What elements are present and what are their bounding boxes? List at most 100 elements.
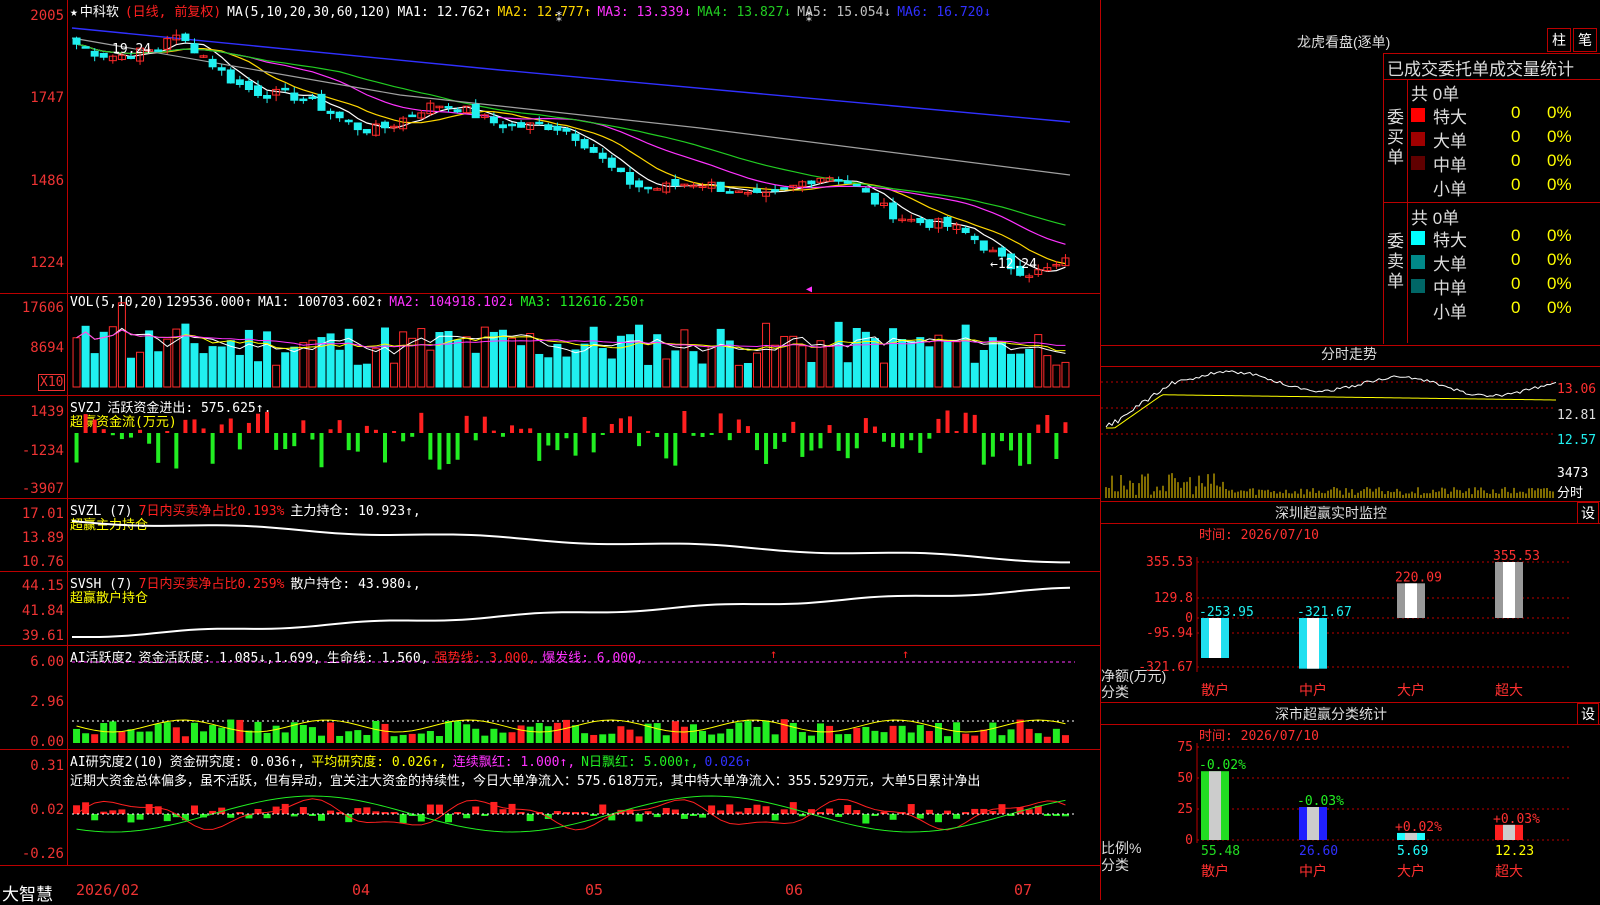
flow-bar: [764, 433, 769, 464]
activity-bar: [617, 726, 625, 743]
activity-bar: [399, 734, 407, 743]
activity-bar: [435, 736, 443, 743]
activity-bar: [889, 725, 897, 743]
research-chart[interactable]: [0, 750, 1100, 865]
flow-bar: [147, 433, 152, 444]
longhu-cell: 0: [1511, 151, 1521, 170]
volume-bar: [126, 357, 135, 388]
net-bar-highlight: [1307, 618, 1319, 669]
research-bar: [889, 814, 897, 820]
volume-bar: [852, 327, 861, 388]
candlestick-chart[interactable]: ⁑ ⁑◀: [0, 0, 1100, 295]
candle-body: [644, 186, 653, 190]
intraday-chart[interactable]: [1101, 346, 1600, 501]
flow-bar: [673, 433, 678, 466]
candle-body: [326, 110, 335, 114]
volume-bar: [417, 328, 426, 388]
buy-total: 共 0单: [1411, 85, 1460, 104]
activity-bar: [562, 719, 570, 743]
flow-bar: [464, 415, 469, 433]
svsh-panel[interactable]: SVSH (7) 7日内买卖净占比0.259% 散户持仓: 43.980↓, 超赢散…: [0, 572, 1100, 646]
activity-bar: [807, 735, 815, 743]
category-label: 大户: [1397, 863, 1425, 880]
volume-bar: [471, 352, 480, 388]
candle-body: [671, 178, 680, 187]
volume-bar: [662, 358, 671, 388]
research-bar: [726, 804, 734, 814]
flow-bar: [909, 433, 914, 441]
research-bar: [472, 806, 480, 814]
sz-monitor-panel[interactable]: 深圳超赢实时监控 设 时间: 2026/07/10 355.53 129.8 0 -9…: [1101, 502, 1600, 703]
volume-bar: [988, 337, 997, 388]
tick-toggle-button[interactable]: 笔: [1573, 28, 1597, 52]
activity-bar: [445, 721, 453, 743]
ai-activity-panel[interactable]: AI活跃度2 资金活跃度: 1.085↓,1.699, 生命线: 1.560, 强势线…: [0, 646, 1100, 750]
svzj-panel[interactable]: SVZJ 活跃资金进出: 575.625↑, 超赢资金流(万元) 1439 -12…: [0, 396, 1100, 499]
activity-bar: [82, 733, 90, 743]
research-bar: [944, 810, 952, 814]
buy-side-label: 委买单: [1387, 108, 1404, 167]
column-toggle-button[interactable]: 柱: [1547, 28, 1571, 52]
ai-research-panel[interactable]: AI研究度2(10) 资金研究度: 0.036↑, 平均研究度: 0.026↑, 连续…: [0, 750, 1100, 866]
research-bar: [263, 814, 271, 819]
research-bar: [190, 805, 198, 814]
activity-bar: [91, 734, 99, 743]
candle-body: [997, 247, 1006, 257]
flow-bar: [110, 433, 115, 436]
volume-bar: [1007, 353, 1016, 388]
flow-bar: [900, 433, 905, 449]
flow-bar: [83, 414, 88, 433]
net-amount-chart[interactable]: 355.53129.80-95.94-321.67-253.95散户-321.6…: [1101, 502, 1600, 702]
volume-bar: [952, 341, 961, 388]
ratio-bar-highlight: [1209, 771, 1221, 840]
research-bar: [363, 807, 371, 814]
sz-class-panel[interactable]: 深市超赢分类统计 设 时间: 2026/07/10 75 50 25 0 -0.02% 5…: [1101, 703, 1600, 900]
avg-price-line: [1106, 394, 1557, 429]
category-label: 超大: [1495, 864, 1523, 880]
svzl-panel[interactable]: SVZL (7) 7日内买卖净占比0.193% 主力持仓: 10.923↑, 超赢主…: [0, 499, 1100, 572]
candle-body: [335, 111, 344, 119]
candle-body: [752, 188, 761, 193]
intraday-panel[interactable]: 分时走势 13.06 12.81 12.57 3473 分时: [1101, 346, 1600, 502]
volume-bar: [290, 346, 299, 388]
kline-panel[interactable]: ★ 中科软 (日线, 前复权) MA(5,10,20,30,60,120) MA1: 1…: [0, 0, 1100, 295]
flow-bar: [682, 410, 687, 433]
flow-bar: [274, 433, 279, 450]
flow-bar: [655, 433, 660, 437]
volume-chart[interactable]: [0, 294, 1100, 395]
category-label: 超大: [1495, 683, 1523, 699]
ratio-chart[interactable]: 75 50 25 0 -0.02% 55.48 散户 -0.03% 26.60 中户 +0.02% 5…: [1101, 703, 1600, 900]
flow-bar: [609, 423, 614, 433]
research-bar: [599, 804, 607, 814]
fund-flow-chart[interactable]: [0, 396, 1100, 498]
activity-bar: [989, 722, 997, 743]
activity-bar: [1007, 729, 1015, 743]
volume-bar: [771, 344, 780, 388]
retail-holding-chart[interactable]: [0, 572, 1100, 645]
longhu-panel[interactable]: 龙虎看盘(逐单) 柱 笔 已成交委托单成交量统计 委买单 共 0单 特大 0 0% 大…: [1101, 0, 1600, 346]
volume-bar: [480, 326, 489, 388]
research-bar: [717, 810, 725, 814]
research-bar: [299, 807, 307, 814]
activity-bar: [163, 722, 171, 743]
research-bar: [82, 802, 90, 814]
volume-panel[interactable]: VOL(5,10,20) 129536.000↑ MA1: 100703.602↑ M…: [0, 294, 1100, 396]
main-holding-chart[interactable]: [0, 499, 1100, 571]
candle-body: [616, 167, 625, 173]
activity-bar: [227, 719, 235, 743]
x-tick: 05: [585, 881, 604, 899]
candle-body: [589, 147, 598, 153]
volume-bar: [1052, 364, 1061, 388]
volume-bar: [571, 349, 580, 388]
legend-swatch: [1411, 108, 1425, 122]
arrow-marker: ↑: [902, 647, 909, 661]
bar-value: -253.95: [1199, 605, 1254, 620]
volume-bar: [707, 345, 716, 388]
longhu-cell: 0%: [1547, 274, 1572, 293]
activity-chart[interactable]: ↑ ↑: [0, 646, 1100, 749]
y-tick: 75: [1177, 740, 1193, 755]
flow-bar: [192, 419, 197, 433]
bar-value: -321.67: [1297, 605, 1352, 620]
flow-bar: [455, 433, 460, 460]
net-bar-highlight: [1209, 618, 1221, 658]
